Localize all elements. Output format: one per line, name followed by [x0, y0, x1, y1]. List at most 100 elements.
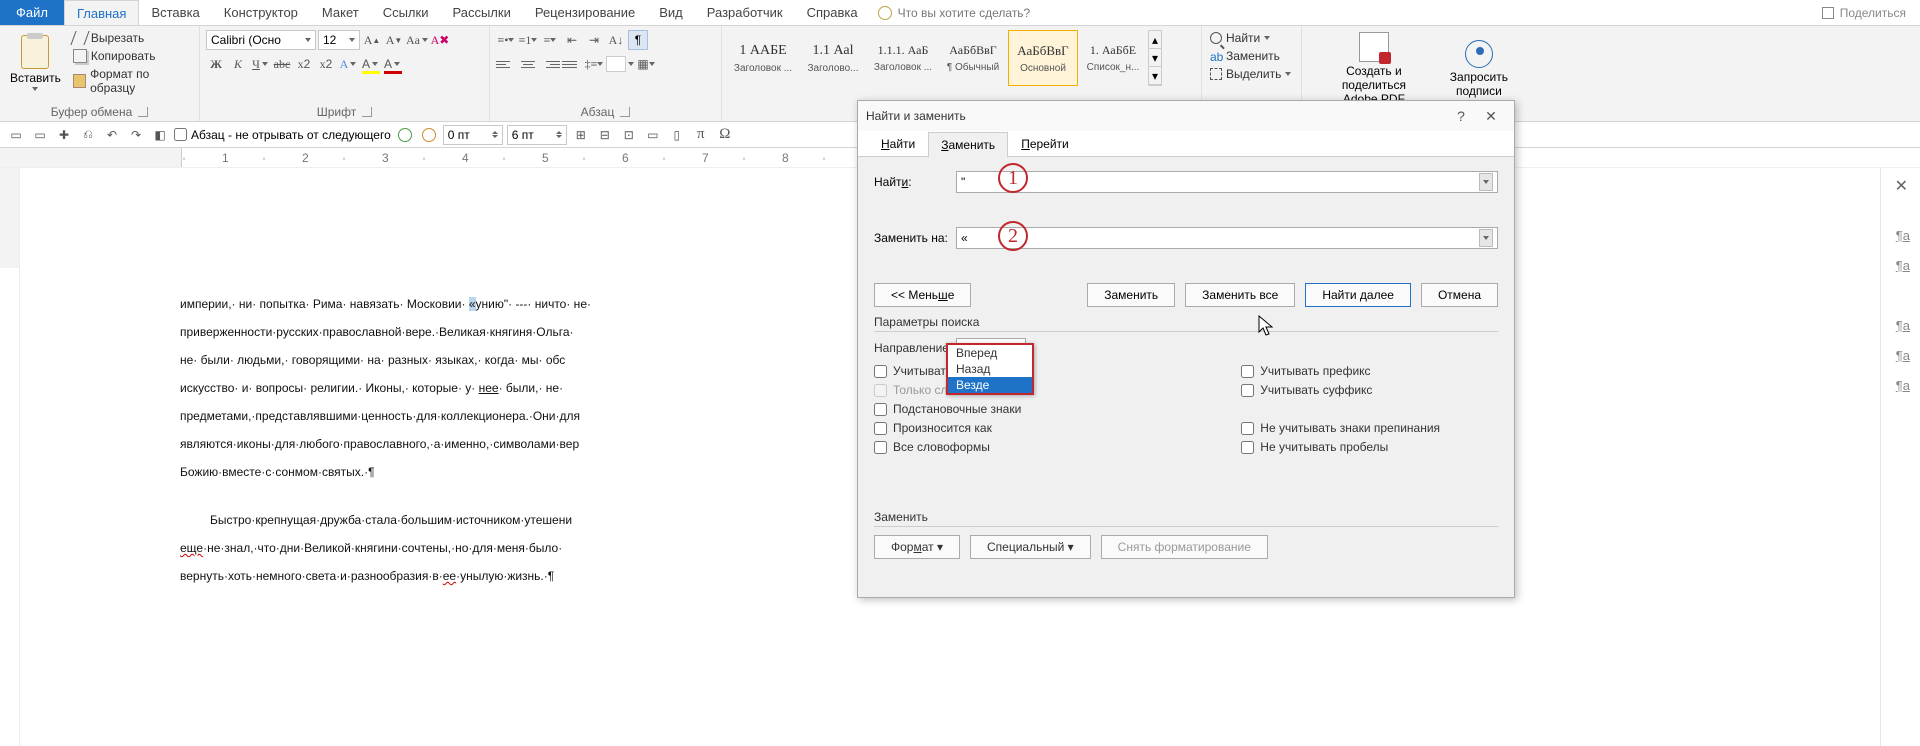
- check-ignore-punct[interactable]: Не учитывать знаки препинания: [1241, 421, 1440, 435]
- highlight-button[interactable]: A: [360, 54, 380, 74]
- qat-undo[interactable]: ↶: [102, 125, 122, 145]
- tab-developer[interactable]: Разработчик: [695, 0, 795, 25]
- clear-formatting-button[interactable]: A✖: [430, 30, 450, 50]
- sort-button[interactable]: A↓: [606, 30, 626, 50]
- find-next-button[interactable]: Найти далее: [1305, 283, 1411, 307]
- superscript-button[interactable]: x2: [316, 54, 336, 74]
- find-input[interactable]: ": [956, 171, 1498, 193]
- dialog-launcher-icon[interactable]: [362, 107, 372, 117]
- tell-me[interactable]: Что вы хотите сделать?: [878, 0, 1031, 25]
- bullets-button[interactable]: ≡•: [496, 30, 516, 50]
- direction-option-all[interactable]: Везде: [948, 377, 1032, 393]
- replace-one-button[interactable]: Заменить: [1087, 283, 1175, 307]
- qat-circle-g[interactable]: [395, 125, 415, 145]
- qat-x1[interactable]: ⊞: [571, 125, 591, 145]
- font-name-combo[interactable]: Calibri (Осно: [206, 30, 316, 50]
- paste-button[interactable]: Вставить: [6, 33, 65, 93]
- italic-button[interactable]: К: [228, 54, 248, 74]
- share-button[interactable]: Поделиться: [1822, 0, 1906, 25]
- increase-indent-button[interactable]: ⇥: [584, 30, 604, 50]
- check-wildcards[interactable]: Подстановочные знаки: [874, 402, 1021, 416]
- subscript-button[interactable]: x2: [294, 54, 314, 74]
- tab-references[interactable]: Ссылки: [371, 0, 441, 25]
- dialog-tab-find[interactable]: Найти: [868, 131, 928, 156]
- spacing-before[interactable]: 0 пт: [443, 125, 503, 145]
- chevron-down-icon[interactable]: [1479, 229, 1493, 247]
- direction-option-forward[interactable]: Вперед: [948, 345, 1032, 361]
- dialog-help-button[interactable]: ?: [1446, 108, 1476, 124]
- align-left-button[interactable]: [496, 54, 516, 74]
- tab-mailings[interactable]: Рассылки: [440, 0, 522, 25]
- adobe-create-share-button[interactable]: Создать и поделиться Adobe PDF: [1308, 30, 1440, 108]
- cancel-button[interactable]: Отмена: [1421, 283, 1498, 307]
- line-spacing-button[interactable]: ‡≡: [584, 54, 604, 74]
- chevron-down-icon[interactable]: [1479, 173, 1493, 191]
- align-center-button[interactable]: [518, 54, 538, 74]
- format-painter-button[interactable]: Формат по образцу: [71, 66, 193, 96]
- replace-button[interactable]: abЗаменить: [1208, 48, 1295, 64]
- direction-option-backward[interactable]: Назад: [948, 361, 1032, 377]
- strikethrough-button[interactable]: abc: [272, 54, 292, 74]
- qat-open[interactable]: ▭: [30, 125, 50, 145]
- font-size-combo[interactable]: 12: [318, 30, 360, 50]
- qat-equation[interactable]: π: [691, 125, 711, 145]
- qat-b3[interactable]: ✚: [54, 125, 74, 145]
- bold-button[interactable]: Ж: [206, 54, 226, 74]
- tab-view[interactable]: Вид: [647, 0, 695, 25]
- find-button[interactable]: Найти: [1208, 30, 1295, 46]
- grow-font-button[interactable]: A▲: [362, 30, 382, 50]
- numbering-button[interactable]: ≡1: [518, 30, 538, 50]
- keep-with-next-check[interactable]: Абзац - не отрывать от следующего: [174, 128, 391, 142]
- qat-x3[interactable]: ⊡: [619, 125, 639, 145]
- qat-symbol[interactable]: Ω: [715, 125, 735, 145]
- check-sounds-like[interactable]: Произносится как: [874, 421, 1021, 435]
- close-pane-icon[interactable]: ✕: [1895, 176, 1908, 196]
- dialog-launcher-icon[interactable]: [620, 107, 630, 117]
- tab-design[interactable]: Конструктор: [212, 0, 310, 25]
- style-gallery[interactable]: 1 ААБЕЗаголовок ... 1.1 АаlЗаголово... 1…: [728, 30, 1162, 86]
- copy-button[interactable]: Копировать: [71, 48, 193, 64]
- dialog-tab-replace[interactable]: Заменить: [928, 132, 1008, 157]
- tab-file[interactable]: Файл: [0, 0, 64, 25]
- show-marks-button[interactable]: ¶: [628, 30, 648, 50]
- cut-button[interactable]: Вырезать: [71, 30, 193, 46]
- tab-help[interactable]: Справка: [795, 0, 870, 25]
- less-button[interactable]: << Меньше: [874, 283, 971, 307]
- special-button[interactable]: Специальный ▾: [970, 535, 1091, 559]
- tab-home[interactable]: Главная: [64, 0, 139, 25]
- qat-b7[interactable]: ◧: [150, 125, 170, 145]
- align-justify-button[interactable]: [562, 54, 582, 74]
- qat-x5[interactable]: ▯: [667, 125, 687, 145]
- borders-button[interactable]: ▦: [636, 54, 656, 74]
- check-suffix[interactable]: Учитывать суффикс: [1241, 383, 1440, 397]
- spacing-after[interactable]: 6 пт: [507, 125, 567, 145]
- qat-circle-o[interactable]: [419, 125, 439, 145]
- qat-redo[interactable]: ↷: [126, 125, 146, 145]
- underline-button[interactable]: Ч: [250, 54, 270, 74]
- shading-button[interactable]: [606, 56, 626, 72]
- tab-insert[interactable]: Вставка: [139, 0, 211, 25]
- shrink-font-button[interactable]: A▼: [384, 30, 404, 50]
- qat-x2[interactable]: ⊟: [595, 125, 615, 145]
- qat-b4[interactable]: ⎌: [78, 125, 98, 145]
- multilevel-button[interactable]: ≡: [540, 30, 560, 50]
- tab-review[interactable]: Рецензирование: [523, 0, 647, 25]
- replace-input[interactable]: «: [956, 227, 1498, 249]
- adobe-request-sig-button[interactable]: Запросить подписи: [1442, 38, 1516, 100]
- check-word-forms[interactable]: Все словоформы: [874, 440, 1021, 454]
- select-button[interactable]: Выделить: [1208, 66, 1295, 82]
- tab-layout[interactable]: Макет: [310, 0, 371, 25]
- decrease-indent-button[interactable]: ⇤: [562, 30, 582, 50]
- dialog-tab-goto[interactable]: Перейти: [1008, 131, 1082, 156]
- check-ignore-spaces[interactable]: Не учитывать пробелы: [1241, 440, 1440, 454]
- qat-new[interactable]: ▭: [6, 125, 26, 145]
- change-case-button[interactable]: Aa: [406, 30, 428, 50]
- format-button[interactable]: Формат ▾: [874, 535, 960, 559]
- dialog-launcher-icon[interactable]: [138, 107, 148, 117]
- check-prefix[interactable]: Учитывать префикс: [1241, 364, 1440, 378]
- qat-x4[interactable]: ▭: [643, 125, 663, 145]
- align-right-button[interactable]: [540, 54, 560, 74]
- text-effects-button[interactable]: A: [338, 54, 358, 74]
- font-color-button[interactable]: A: [382, 54, 402, 74]
- replace-all-button[interactable]: Заменить все: [1185, 283, 1295, 307]
